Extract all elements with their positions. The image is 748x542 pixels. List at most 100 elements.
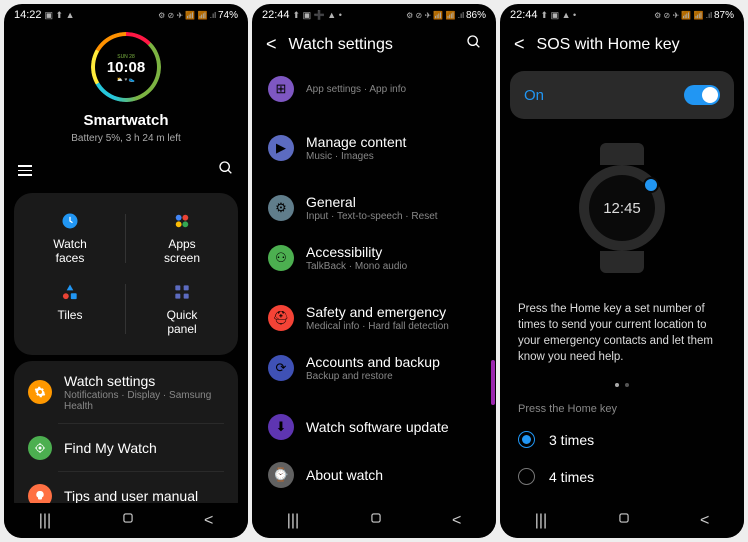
settings-accessibility-item[interactable]: ⚇ AccessibilityTalkBack · Mono audio <box>262 233 486 283</box>
watch-illustration: 12:45 <box>500 125 744 291</box>
safety-icon: ⛑ <box>268 305 294 331</box>
apps-screen-label: Appsscreen <box>164 237 200 266</box>
settings-sub: Music · Images <box>306 151 480 162</box>
settings-title: About watch <box>306 467 480 483</box>
nav-bar: ||| < <box>500 503 744 538</box>
update-icon: ⬇ <box>268 414 294 440</box>
watch-settings-item[interactable]: Watch settingsNotifications · Display · … <box>14 361 238 424</box>
status-battery: 74% <box>218 10 238 21</box>
general-icon: ⚙ <box>268 195 294 221</box>
status-icons-right: ⚙ ⊘ ✈ 📶 📶 .ıl <box>654 11 712 20</box>
settings-general-item[interactable]: ⚙ GeneralInput · Text-to-speech · Reset <box>262 183 486 233</box>
back-button[interactable]: < <box>266 34 277 55</box>
radio-label: 4 times <box>549 469 594 485</box>
content-icon: ▶ <box>268 135 294 161</box>
settings-title: Accessibility <box>306 244 480 260</box>
status-icons-right: ⚙ ⊘ ✈ 📶 📶 .ıl <box>406 11 464 20</box>
nav-home[interactable] <box>121 511 135 530</box>
page-title: SOS with Home key <box>537 36 730 54</box>
status-time: 22:44 <box>262 9 290 21</box>
about-icon: ⌚ <box>268 462 294 488</box>
status-icons-left: ▣ ⬆ ▲ <box>45 10 75 21</box>
settings-title: Manage content <box>306 134 480 150</box>
tiles-label: Tiles <box>58 308 83 322</box>
tiles-button[interactable]: Tiles <box>14 274 126 345</box>
apps-screen-button[interactable]: Appsscreen <box>126 203 238 274</box>
quick-panel-label: Quickpanel <box>167 308 198 337</box>
nav-bar: ||| < <box>252 503 496 538</box>
apps-icon <box>172 211 192 231</box>
watch-faces-label: Watchfaces <box>53 237 87 266</box>
settings-update-item[interactable]: ⬇ Watch software update <box>262 403 486 451</box>
apps-icon: ⊞ <box>268 76 294 102</box>
settings-safety-item[interactable]: ⛑ Safety and emergencyMedical info · Har… <box>262 293 486 343</box>
phone-sos-settings: 22:44⬆ ▣ ▲ • ⚙ ⊘ ✈ 📶 📶 .ıl87% < SOS with… <box>500 4 744 538</box>
status-bar: 22:44⬆ ▣ ➕ ▲ • ⚙ ⊘ ✈ 📶 📶 .ıl86% <box>252 4 496 24</box>
search-icon[interactable] <box>218 160 234 181</box>
find-watch-title: Find My Watch <box>64 440 224 456</box>
status-time: 14:22 <box>14 9 42 21</box>
settings-manage-content-item[interactable]: ▶ Manage contentMusic · Images <box>262 123 486 173</box>
toggle-label: On <box>524 87 684 104</box>
home-button-highlight <box>643 177 659 193</box>
hamburger-icon[interactable] <box>18 165 32 176</box>
quick-actions-grid: Watchfaces Appsscreen Tiles Quickpanel <box>14 193 238 355</box>
tips-title: Tips and user manual <box>64 488 224 504</box>
status-bar: 14:22▣ ⬆ ▲ ⚙ ⊘ ✈ 📶 📶 .ıl74% <box>4 4 248 24</box>
watch-face-icon <box>60 211 80 231</box>
radio-label: 3 times <box>549 432 594 448</box>
illustration-time: 12:45 <box>603 200 641 217</box>
find-watch-item[interactable]: Find My Watch <box>14 424 238 472</box>
settings-list: Watch settingsNotifications · Display · … <box>14 361 238 520</box>
section-label: Press the Home key <box>500 397 744 421</box>
watch-settings-title: Watch settings <box>64 373 224 389</box>
phone-smartwatch-home: 14:22▣ ⬆ ▲ ⚙ ⊘ ✈ 📶 📶 .ıl74% SUN 28 10:08… <box>4 4 248 538</box>
location-icon <box>28 436 52 460</box>
status-battery: 86% <box>466 10 486 21</box>
back-button[interactable]: < <box>514 34 525 55</box>
settings-title: Watch software update <box>306 419 480 435</box>
nav-home[interactable] <box>617 511 631 530</box>
watch-face-preview[interactable]: SUN 28 10:08 ⛅ ♥ 👟 <box>91 32 161 102</box>
quick-panel-button[interactable]: Quickpanel <box>126 274 238 345</box>
settings-title: General <box>306 194 480 210</box>
scroll-indicator <box>491 360 495 405</box>
settings-sub: Input · Text-to-speech · Reset <box>306 211 480 222</box>
page-indicator <box>500 379 744 397</box>
radio-unselected-icon <box>518 468 535 485</box>
nav-bar: ||| < <box>4 503 248 538</box>
nav-back[interactable]: < <box>204 512 213 530</box>
settings-sub: App settings · App info <box>306 84 480 95</box>
quick-panel-icon <box>172 282 192 302</box>
watch-name: Smartwatch <box>83 112 168 129</box>
nav-recents[interactable]: ||| <box>39 512 51 530</box>
watch-complications: ⛅ ♥ 👟 <box>117 77 135 83</box>
settings-about-item[interactable]: ⌚ About watch <box>262 451 486 499</box>
settings-apps-item[interactable]: ⊞ App settings · App info <box>262 65 486 113</box>
status-bar: 22:44⬆ ▣ ▲ • ⚙ ⊘ ✈ 📶 📶 .ıl87% <box>500 4 744 24</box>
nav-recents[interactable]: ||| <box>287 512 299 530</box>
toggle-switch-on[interactable] <box>684 85 720 105</box>
tiles-icon <box>60 282 80 302</box>
radio-3times[interactable]: 3 times <box>500 421 744 458</box>
phone-watch-settings: 22:44⬆ ▣ ➕ ▲ • ⚙ ⊘ ✈ 📶 📶 .ıl86% < Watch … <box>252 4 496 538</box>
nav-home[interactable] <box>369 511 383 530</box>
status-icons-left: ⬆ ▣ ➕ ▲ • <box>293 10 342 21</box>
nav-back[interactable]: < <box>452 512 461 530</box>
sos-description: Press the Home key a set number of times… <box>500 291 744 379</box>
status-time: 22:44 <box>510 9 538 21</box>
search-icon[interactable] <box>466 34 482 55</box>
watch-battery-status: Battery 5%, 3 h 24 m left <box>71 133 181 144</box>
settings-title: Safety and emergency <box>306 304 480 320</box>
settings-sub: TalkBack · Mono audio <box>306 261 480 272</box>
radio-4times[interactable]: 4 times <box>500 458 744 495</box>
nav-recents[interactable]: ||| <box>535 512 547 530</box>
sos-toggle-card[interactable]: On <box>510 71 734 119</box>
watch-faces-button[interactable]: Watchfaces <box>14 203 126 274</box>
nav-back[interactable]: < <box>700 512 709 530</box>
accessibility-icon: ⚇ <box>268 245 294 271</box>
settings-accounts-item[interactable]: ⟳ Accounts and backupBackup and restore <box>262 343 486 393</box>
status-icons-right: ⚙ ⊘ ✈ 📶 📶 .ıl <box>158 11 216 20</box>
settings-title: Accounts and backup <box>306 354 480 370</box>
page-title: Watch settings <box>289 36 466 54</box>
